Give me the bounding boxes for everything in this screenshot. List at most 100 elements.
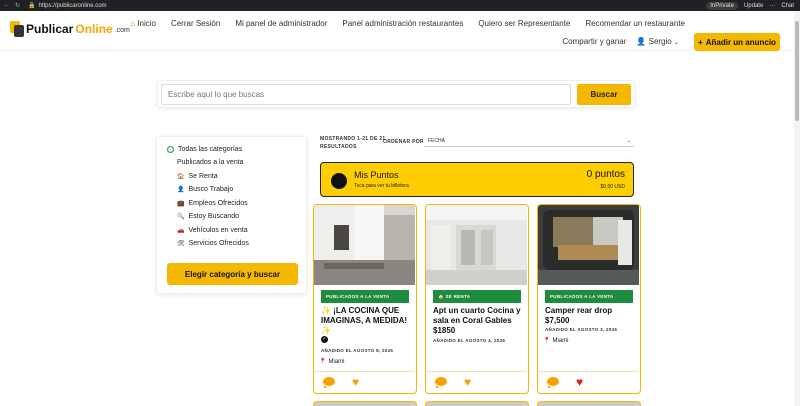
listing-location: 📍 Miami (543, 337, 569, 345)
category-label: Empleos Ofrecidos (188, 200, 248, 207)
listing-title-line2: $7,500 (545, 316, 570, 325)
nav-recomendar[interactable]: Recomendar un restaurante (585, 19, 685, 28)
location-text: Miami (328, 358, 345, 365)
add-listing-button[interactable]: + Añadir un anuncio (694, 33, 780, 51)
logo-mark-icon (10, 21, 24, 37)
category-filter: Todas las categorías Publicados a la ven… (156, 136, 307, 294)
category-vehiculos[interactable]: 🚗 Vehículos en venta (177, 227, 248, 234)
listing-card-next[interactable] (313, 401, 417, 406)
listing-image[interactable] (314, 205, 415, 285)
category-buscando[interactable]: 🔍 Estoy Buscando (177, 213, 239, 220)
person-icon: 👤 (177, 187, 185, 193)
listing-title-line2: IMAGINAS, A MEDIDA! (321, 316, 408, 325)
logo-text-3: .com (114, 27, 130, 34)
listing-card[interactable]: PUBLICADOS A LA VENTA Camper rear drop $… (537, 204, 641, 394)
category-label: Publicados a la venta (177, 159, 244, 166)
listing-card-next[interactable] (537, 401, 641, 406)
category-label: Todas las categorías (178, 146, 243, 153)
address-text: https://publicaronline.com (38, 2, 107, 9)
map-pin-icon: 📍 (319, 359, 327, 365)
listing-title-line2: sala en Coral Gables (433, 316, 512, 325)
menu-icon[interactable]: ··· (769, 3, 775, 9)
category-badge: PUBLICADOS A LA VENTA (321, 290, 409, 303)
update-button[interactable]: Update (744, 3, 763, 9)
address-bar[interactable]: 🔒 https://publicaronline.com (28, 2, 107, 10)
browser-toolbar: ← ↻ 🔒 https://publicaronline.com InPriva… (0, 0, 800, 11)
listing-card[interactable]: 🏠 SE RENTA Apt un cuarto Cocina y sala e… (425, 204, 529, 394)
choose-category-button[interactable]: Elegir categoría y buscar (167, 263, 298, 285)
nav-panel-restaurantes[interactable]: Panel administración restaurantes (342, 19, 463, 28)
category-renta[interactable]: 🏠 Se Renta (177, 173, 218, 180)
search-input[interactable] (161, 84, 571, 105)
listing-image[interactable] (538, 205, 639, 285)
inprivate-badge[interactable]: InPrivate (706, 1, 738, 10)
lock-icon: 🔒 (28, 3, 36, 9)
heart-outline-icon[interactable]: ♥ (464, 376, 471, 388)
search-button[interactable]: Buscar (577, 84, 631, 105)
home-icon: ⌂ (130, 19, 136, 28)
nav-inicio-label: Inicio (137, 19, 156, 28)
listing-date: AÑADIDO EL AGOSTO 8, 2026 (321, 348, 394, 353)
car-icon: 🚗 (177, 228, 185, 234)
category-label: Estoy Buscando (188, 213, 240, 220)
listing-date: AÑADIDO EL AGOSTO 4, 2026 (433, 338, 506, 343)
category-servicios[interactable]: 🛠 Servicios Ofrecidos (177, 240, 249, 247)
site-logo[interactable]: Publicar Online .com (10, 21, 130, 37)
points-avatar-icon (331, 173, 347, 189)
listing-title-line3: $1850 (433, 326, 456, 335)
category-busco-trabajo[interactable]: 👤 Busco Trabajo (177, 186, 233, 193)
back-icon[interactable]: ← (4, 2, 10, 9)
points-title: Mis Puntos (354, 170, 399, 180)
chat-icon[interactable] (435, 377, 447, 388)
listing-title-line1: ✨ ¡LA COCINA QUE (321, 306, 400, 315)
nav-representante[interactable]: Quiero ser Representante (478, 19, 570, 28)
user-name: Sergio (648, 37, 672, 46)
card-actions: ♥ (547, 376, 583, 388)
refresh-icon[interactable]: ↻ (15, 2, 20, 9)
location-text: Miami (552, 337, 569, 344)
listing-title[interactable]: Apt un cuarto Cocina y sala en Coral Gab… (433, 306, 523, 336)
nav-user-menu[interactable]: 👤 Sergio ⌄ (636, 37, 679, 46)
listing-image[interactable] (426, 205, 527, 285)
listing-title[interactable]: Camper rear drop $7,500 (545, 306, 635, 326)
main-nav: ⌂ Inicio Cerrar Sesión Mi panel de admin… (130, 19, 685, 46)
nav-compartir[interactable]: Compartir y ganar (562, 37, 626, 46)
chat-button[interactable]: Chat (781, 3, 794, 9)
chat-icon[interactable] (323, 377, 335, 388)
points-value: 0 puntos (586, 169, 625, 180)
site-header: Publicar Online .com ⌂ Inicio Cerrar Ses… (0, 11, 800, 51)
listing-title-line1: Apt un cuarto Cocina y (433, 306, 521, 315)
category-badge: PUBLICADOS A LA VENTA (545, 290, 633, 303)
nav-cerrar-sesion[interactable]: Cerrar Sesión (171, 19, 220, 28)
category-label: Servicios Ofrecidos (188, 240, 249, 247)
listing-card-next[interactable] (425, 401, 529, 406)
listing-date: AÑADIDO EL AGOSTO 3, 2026 (545, 327, 618, 332)
heart-filled-icon[interactable]: ♥ (576, 376, 583, 388)
points-banner[interactable]: Mis Puntos Toca para ver tu billetera 0 … (320, 162, 634, 197)
order-select[interactable]: FECHA ⌄ (424, 136, 634, 147)
category-all[interactable]: Todas las categorías (167, 146, 242, 153)
chat-icon[interactable] (547, 377, 559, 388)
listing-title[interactable]: ✨ ¡LA COCINA QUE IMAGINAS, A MEDIDA! ✨ (321, 306, 411, 336)
category-venta[interactable]: Publicados a la venta (177, 159, 244, 166)
heart-outline-icon[interactable]: ♥ (352, 376, 359, 388)
tools-icon: 🛠 (177, 241, 185, 247)
scrollbar-thumb[interactable] (795, 21, 799, 121)
map-pin-icon: 📍 (543, 338, 551, 344)
listing-card[interactable]: PUBLICADOS A LA VENTA ✨ ¡LA COCINA QUE I… (313, 204, 417, 394)
nav-panel-admin[interactable]: Mi panel de administrador (235, 19, 327, 28)
house-icon: 🏠 (177, 174, 185, 180)
user-icon: 👤 (636, 37, 647, 46)
category-empleos[interactable]: 💼 Empleos Ofrecidos (177, 200, 248, 207)
category-label: Vehículos en venta (188, 227, 248, 234)
radio-selected[interactable] (167, 146, 174, 153)
magnifier-icon: 🔍 (177, 214, 185, 220)
card-divider (426, 371, 527, 372)
search-bar: Buscar (157, 80, 635, 108)
category-badge: 🏠 SE RENTA (433, 290, 521, 303)
points-usd: $0,00 USD (600, 184, 625, 190)
card-divider (538, 371, 639, 372)
page-scrollbar[interactable] (794, 11, 800, 406)
plus-icon: + (698, 37, 703, 47)
nav-inicio[interactable]: ⌂ Inicio (130, 19, 156, 28)
